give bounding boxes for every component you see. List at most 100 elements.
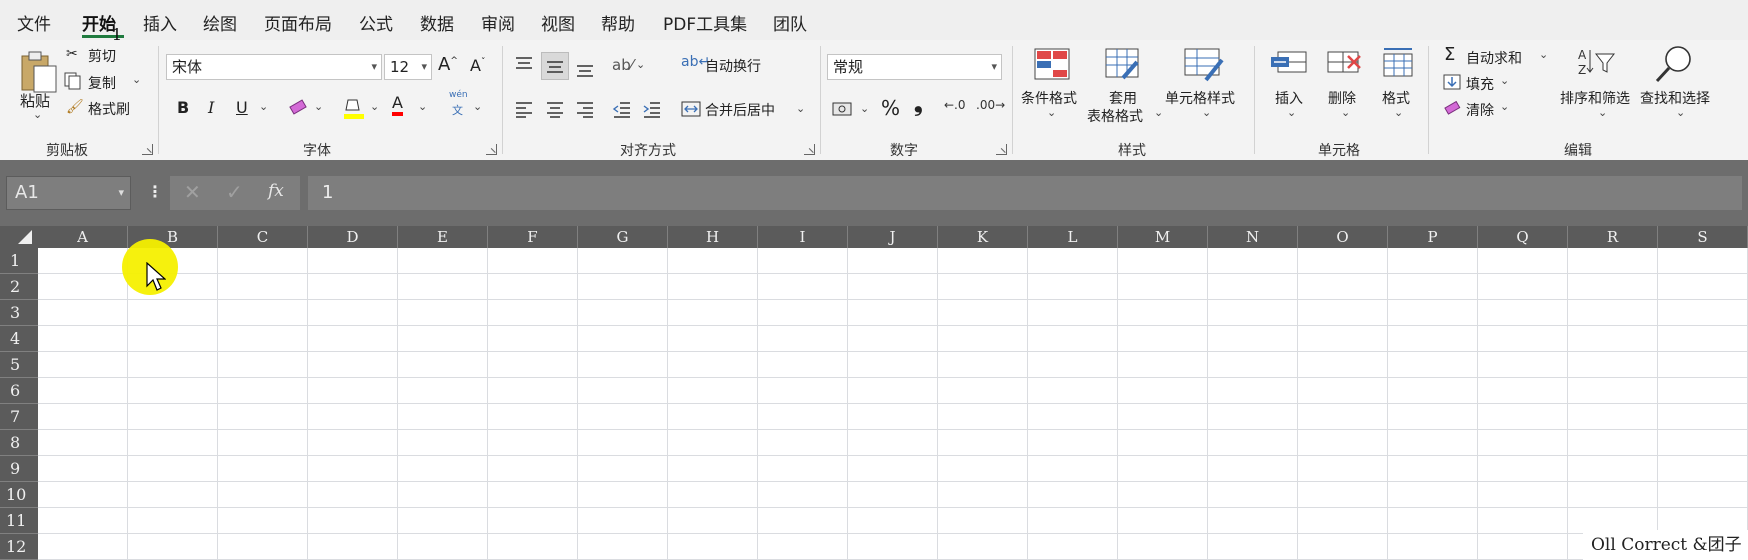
align-top-icon[interactable] xyxy=(514,56,534,74)
chevron-down-icon[interactable]: ⌄ xyxy=(1676,106,1685,119)
phonetic-icon[interactable]: 文 xyxy=(452,102,463,118)
wrap-text-button[interactable]: 自动换行 xyxy=(705,56,761,76)
autosum-button[interactable]: 自动求和 xyxy=(1466,48,1522,68)
cell-styles-button[interactable]: 单元格样式 xyxy=(1165,88,1235,108)
select-all-button[interactable] xyxy=(0,226,38,248)
chevron-down-icon[interactable]: ⌄ xyxy=(1394,106,1403,119)
cut-button[interactable]: 剪切 xyxy=(88,46,116,66)
chevron-down-icon[interactable]: ⌄ xyxy=(1287,106,1296,119)
row-header-9[interactable]: 9 xyxy=(0,456,38,482)
italic-button[interactable]: I xyxy=(208,98,214,117)
column-header-c[interactable]: C xyxy=(218,226,308,248)
align-center-icon[interactable] xyxy=(545,100,565,118)
cell-area[interactable] xyxy=(38,248,1748,560)
comma-style-button[interactable]: ❟ xyxy=(914,92,923,117)
number-launcher-icon[interactable] xyxy=(996,144,1007,155)
column-header-f[interactable]: F xyxy=(488,226,578,248)
cell-a1[interactable]: 1 xyxy=(38,22,128,48)
chevron-down-icon[interactable]: ⌄ xyxy=(796,102,805,115)
column-header-l[interactable]: L xyxy=(1028,226,1118,248)
column-header-p[interactable]: P xyxy=(1388,226,1478,248)
chevron-down-icon[interactable]: ⌄ xyxy=(1500,100,1509,113)
increase-font-icon[interactable]: A^ xyxy=(438,54,458,75)
tab-review[interactable]: 审阅 xyxy=(481,10,515,35)
clear-button[interactable]: 清除 xyxy=(1466,100,1494,120)
percent-button[interactable]: % xyxy=(881,96,900,120)
insert-function-button[interactable]: fx xyxy=(268,181,284,201)
decrease-font-icon[interactable]: Aˇ xyxy=(470,56,485,75)
chevron-down-icon[interactable]: ⌄ xyxy=(1047,106,1056,119)
align-left-icon[interactable] xyxy=(514,100,534,118)
font-name-select[interactable]: 宋体 ▾ xyxy=(166,54,382,80)
copy-button[interactable]: 复制 xyxy=(88,73,116,93)
column-header-e[interactable]: E xyxy=(398,226,488,248)
insert-cells-button[interactable]: 插入 xyxy=(1275,88,1303,108)
align-right-icon[interactable] xyxy=(575,100,595,118)
column-header-q[interactable]: Q xyxy=(1478,226,1568,248)
paste-chevron-icon[interactable]: ⌄ xyxy=(33,108,42,121)
cancel-icon[interactable]: ✕ xyxy=(184,180,201,204)
increase-decimal-icon[interactable]: ←.0 xyxy=(944,98,966,112)
delete-cells-button[interactable]: 删除 xyxy=(1328,88,1356,108)
more-options-icon[interactable]: ⋮ xyxy=(147,182,163,201)
align-bottom-icon[interactable] xyxy=(575,60,595,78)
decrease-decimal-icon[interactable]: .00→ xyxy=(976,98,1005,112)
column-header-m[interactable]: M xyxy=(1118,226,1208,248)
chevron-down-icon[interactable]: ⌄ xyxy=(418,100,427,113)
format-cells-button[interactable]: 格式 xyxy=(1382,88,1410,108)
tab-help[interactable]: 帮助 xyxy=(601,10,635,35)
column-header-i[interactable]: I xyxy=(758,226,848,248)
chevron-down-icon[interactable]: ⌄ xyxy=(636,58,645,71)
enter-icon[interactable]: ✓ xyxy=(226,180,243,204)
row-header-6[interactable]: 6 xyxy=(0,378,38,404)
paste-icon[interactable] xyxy=(20,50,58,94)
column-header-j[interactable]: J xyxy=(848,226,938,248)
row-header-4[interactable]: 4 xyxy=(0,326,38,352)
column-header-r[interactable]: R xyxy=(1568,226,1658,248)
clipboard-launcher-icon[interactable] xyxy=(142,144,153,155)
chevron-down-icon[interactable]: ⌄ xyxy=(1154,106,1163,119)
font-color-icon[interactable]: A xyxy=(392,94,403,116)
conditional-formatting-button[interactable]: 条件格式 xyxy=(1021,88,1077,108)
tab-draw[interactable]: 绘图 xyxy=(203,10,237,35)
row-header-11[interactable]: 11 xyxy=(0,508,38,534)
row-header-10[interactable]: 10 xyxy=(0,482,38,508)
tab-team[interactable]: 团队 xyxy=(773,10,807,35)
chevron-down-icon[interactable]: ⌄ xyxy=(1598,106,1607,119)
tab-page-layout[interactable]: 页面布局 xyxy=(264,10,332,35)
formula-input[interactable]: 1 xyxy=(308,176,1742,210)
font-size-select[interactable]: 12 ▾ xyxy=(384,54,432,80)
font-launcher-icon[interactable] xyxy=(486,144,497,155)
tab-view[interactable]: 视图 xyxy=(541,10,575,35)
chevron-down-icon[interactable]: ⌄ xyxy=(1202,106,1211,119)
merge-center-button[interactable]: 合并后居中 xyxy=(705,100,775,120)
column-header-s[interactable]: S xyxy=(1658,226,1748,248)
number-format-select[interactable]: 常规 ▾ xyxy=(827,54,1002,80)
orientation-icon[interactable]: ab⁄ xyxy=(612,56,633,74)
sort-filter-button[interactable]: 排序和筛选 xyxy=(1560,88,1630,108)
row-header-3[interactable]: 3 xyxy=(0,300,38,326)
row-header-8[interactable]: 8 xyxy=(0,430,38,456)
increase-indent-icon[interactable] xyxy=(642,100,662,118)
chevron-down-icon[interactable]: ⌄ xyxy=(370,100,379,113)
tab-formulas[interactable]: 公式 xyxy=(359,10,393,35)
row-header-12[interactable]: 12 xyxy=(0,534,38,560)
accounting-format-icon[interactable] xyxy=(832,100,856,118)
column-header-n[interactable]: N xyxy=(1208,226,1298,248)
column-header-a[interactable]: A xyxy=(38,226,128,248)
chevron-down-icon[interactable]: ⌄ xyxy=(1500,74,1509,87)
chevron-down-icon[interactable]: ⌄ xyxy=(1539,48,1548,61)
row-header-7[interactable]: 7 xyxy=(0,404,38,430)
tab-pdf-tools[interactable]: PDF工具集 xyxy=(663,10,747,35)
chevron-down-icon[interactable]: ⌄ xyxy=(1341,106,1350,119)
tab-insert[interactable]: 插入 xyxy=(143,10,177,35)
chevron-down-icon[interactable]: ⌄ xyxy=(259,100,268,113)
alignment-launcher-icon[interactable] xyxy=(804,144,815,155)
column-header-g[interactable]: G xyxy=(578,226,668,248)
column-header-o[interactable]: O xyxy=(1298,226,1388,248)
fill-color-icon[interactable] xyxy=(343,96,365,120)
bold-button[interactable]: B xyxy=(177,98,189,117)
underline-button[interactable]: U xyxy=(236,98,248,117)
eraser-icon[interactable] xyxy=(288,98,308,116)
row-header-1[interactable]: 1 xyxy=(0,248,38,274)
